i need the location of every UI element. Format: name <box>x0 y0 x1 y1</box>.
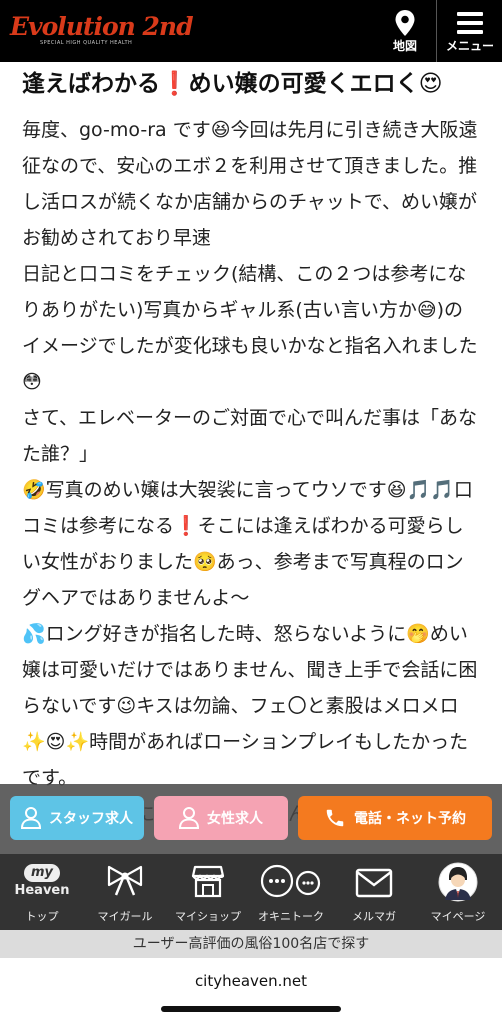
reserve-button[interactable]: 電話・ネット予約 <box>298 796 492 840</box>
ribbon-icon <box>107 865 143 896</box>
reserve-label: 電話・ネット予約 <box>354 811 466 827</box>
hamburger-icon <box>457 12 483 34</box>
site-header: Evolution 2nd SPECIAL HIGH QUALITY HEALT… <box>0 0 502 62</box>
bottom-tab-bar: my Heaven トップ マイガール マイショップ オキニトーク メルマガ マ… <box>0 854 502 930</box>
tab-top-label: トップ <box>25 910 59 923</box>
staff-recruit-button[interactable]: スタッフ求人 <box>10 796 144 840</box>
tab-mypage-label: マイページ <box>430 910 486 923</box>
tab-mailmag-label: メルマガ <box>352 910 396 923</box>
female-recruit-button[interactable]: 女性求人 <box>154 796 288 840</box>
phone-icon <box>326 809 344 827</box>
avatar-icon <box>438 862 478 902</box>
review-body: 毎度、go-mo-ra です😆今回は先月に引き続き大阪遠征なので、安心のエボ２を… <box>22 119 478 825</box>
tab-myshop[interactable]: マイショップ <box>166 854 250 930</box>
logo-subtitle: SPECIAL HIGH QUALITY HEALTH <box>40 40 133 46</box>
tab-talk-label: オキニトーク <box>258 910 324 923</box>
person-icon <box>179 807 199 829</box>
tab-mygirl-label: マイガール <box>97 910 153 923</box>
review-article: 逢えばわかる❗️めい嬢の可愛くエロく😍 毎度、go-mo-ra です😆今回は先月… <box>22 66 482 832</box>
myheaven-logo-icon: my Heaven <box>12 864 72 904</box>
header-divider <box>436 0 437 62</box>
female-recruit-label: 女性求人 <box>207 811 263 827</box>
tab-myshop-label: マイショップ <box>175 910 241 923</box>
menu-button[interactable]: メニュー <box>440 0 500 62</box>
tab-mygirl[interactable]: マイガール <box>83 854 167 930</box>
review-title: 逢えばわかる❗️めい嬢の可愛くエロく😍 <box>22 71 443 97</box>
browser-url[interactable]: cityheaven.net <box>0 972 502 990</box>
myheaven-logo-bottom: Heaven <box>14 883 70 898</box>
tab-mypage[interactable]: マイページ <box>416 854 500 930</box>
shop-icon <box>191 865 225 898</box>
home-indicator[interactable] <box>161 1006 341 1012</box>
tab-mailmag[interactable]: メルマガ <box>332 854 416 930</box>
tab-talk[interactable]: オキニトーク <box>249 854 333 930</box>
tab-top[interactable]: my Heaven トップ <box>0 854 84 930</box>
action-bar: スタッフ求人 女性求人 電話・ネット予約 <box>0 784 502 854</box>
menu-label: メニュー <box>445 39 494 53</box>
person-icon <box>21 807 41 829</box>
staff-recruit-label: スタッフ求人 <box>49 811 133 827</box>
chat-bubbles-icon <box>260 864 321 898</box>
myheaven-logo-top: my <box>24 864 60 882</box>
site-logo[interactable]: Evolution 2nd <box>10 12 194 42</box>
map-button[interactable]: 地図 <box>376 0 434 62</box>
envelope-icon <box>355 868 393 898</box>
promo-banner[interactable]: ユーザー高評価の風俗100名店で探す <box>0 930 502 958</box>
map-label: 地図 <box>392 39 417 53</box>
map-pin-icon <box>395 10 415 36</box>
